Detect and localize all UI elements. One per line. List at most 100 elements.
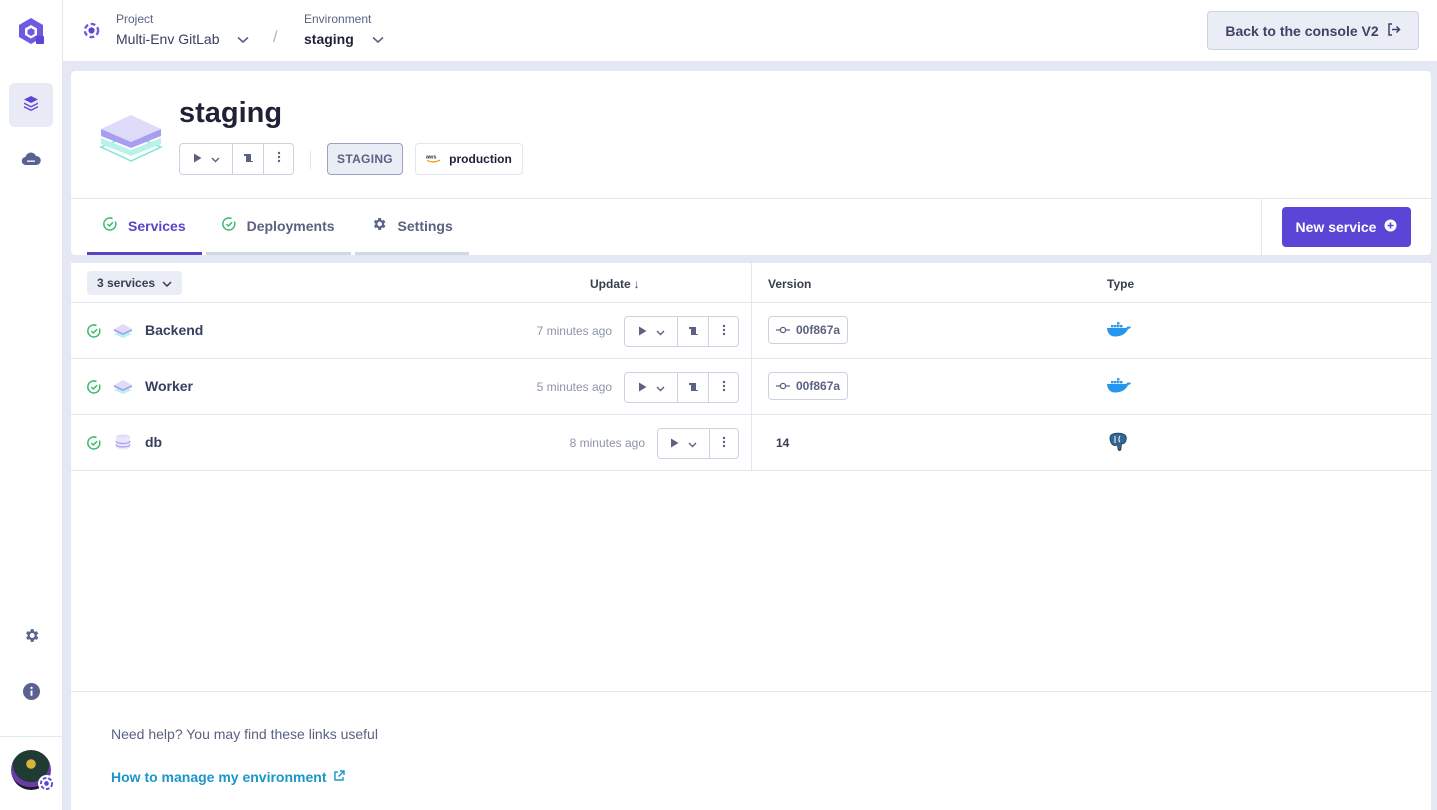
check-circle-icon bbox=[87, 324, 101, 343]
application-icon bbox=[113, 321, 133, 344]
environment-header: staging STAGING aws production Services … bbox=[71, 71, 1431, 255]
environment-icon bbox=[99, 105, 163, 170]
services-table: 3 services Update ↓ Version Type Backend… bbox=[71, 263, 1431, 810]
play-icon bbox=[193, 150, 202, 168]
plus-circle-icon bbox=[1384, 219, 1397, 235]
deploy-dropdown-button[interactable] bbox=[625, 317, 678, 346]
play-icon bbox=[638, 323, 647, 341]
project-icon bbox=[83, 22, 100, 44]
environment-label: Environment bbox=[304, 12, 372, 26]
tabs-divider bbox=[1261, 199, 1262, 255]
sidebar-item-cloud[interactable] bbox=[9, 139, 53, 183]
arrow-down-icon: ↓ bbox=[633, 277, 640, 291]
more-actions-button[interactable] bbox=[264, 144, 293, 174]
logs-button[interactable] bbox=[233, 144, 264, 174]
play-icon bbox=[638, 379, 647, 397]
deploy-dropdown-button[interactable] bbox=[658, 429, 710, 458]
help-text: Need help? You may find these links usef… bbox=[111, 726, 378, 742]
service-name[interactable]: Worker bbox=[145, 378, 193, 394]
commit-hash: 00f867a bbox=[796, 379, 841, 393]
chevron-down-icon bbox=[656, 323, 665, 341]
docker-icon bbox=[1106, 377, 1132, 398]
update-column-header[interactable]: Update ↓ bbox=[590, 277, 640, 291]
commit-hash: 00f867a bbox=[796, 323, 841, 337]
aws-icon: aws bbox=[426, 152, 442, 166]
deploy-dropdown-button[interactable] bbox=[625, 373, 678, 402]
updated-time: 5 minutes ago bbox=[536, 380, 612, 394]
logs-button[interactable] bbox=[678, 373, 709, 402]
help-divider bbox=[71, 691, 1431, 692]
back-to-console-label: Back to the console V2 bbox=[1225, 22, 1379, 39]
service-actions bbox=[624, 316, 739, 347]
project-selector[interactable]: Project Multi-Env GitLab bbox=[116, 12, 250, 49]
tab-label: Deployments bbox=[246, 217, 335, 234]
tab-services[interactable]: Services bbox=[87, 199, 202, 255]
sidebar-item-info[interactable] bbox=[9, 672, 53, 716]
environment-title: staging bbox=[179, 97, 283, 129]
sidebar-divider bbox=[0, 736, 63, 737]
logs-button[interactable] bbox=[678, 317, 709, 346]
tab-settings[interactable]: Settings bbox=[354, 199, 469, 255]
table-row[interactable]: Backend 7 minutes ago 00f867a bbox=[71, 303, 1431, 359]
new-service-label: New service bbox=[1295, 219, 1377, 235]
chevron-down-icon bbox=[656, 379, 665, 397]
type-column-header: Type bbox=[1107, 277, 1135, 291]
environment-name: staging bbox=[304, 31, 354, 47]
more-actions-button[interactable] bbox=[709, 373, 738, 402]
commit-version-badge[interactable]: 00f867a bbox=[768, 372, 849, 400]
check-circle-icon bbox=[221, 217, 236, 234]
services-count: 3 services bbox=[97, 276, 156, 290]
updated-time: 7 minutes ago bbox=[536, 324, 612, 338]
commit-version-badge[interactable]: 00f867a bbox=[768, 316, 849, 344]
more-vertical-icon bbox=[722, 379, 726, 397]
services-count-dropdown[interactable]: 3 services bbox=[87, 271, 183, 295]
more-actions-button[interactable] bbox=[709, 317, 738, 346]
more-actions-button[interactable] bbox=[710, 429, 738, 458]
info-icon bbox=[22, 683, 40, 705]
update-header-label: Update bbox=[590, 277, 631, 291]
project-dropdown[interactable]: Multi-Env GitLab bbox=[116, 29, 250, 49]
new-service-button[interactable]: New service bbox=[1282, 207, 1411, 247]
version-column-header: Version bbox=[768, 277, 812, 291]
project-name: Multi-Env GitLab bbox=[116, 31, 220, 47]
database-version: 14 bbox=[776, 436, 790, 450]
project-label: Project bbox=[116, 12, 154, 26]
table-row[interactable]: db 8 minutes ago 14 bbox=[71, 415, 1431, 471]
service-name[interactable]: Backend bbox=[145, 322, 203, 338]
service-name[interactable]: db bbox=[145, 434, 162, 450]
docker-icon bbox=[1106, 321, 1132, 342]
check-circle-icon bbox=[87, 436, 101, 455]
layers-icon bbox=[22, 94, 40, 117]
scroll-icon bbox=[688, 379, 699, 397]
tab-label: Settings bbox=[397, 217, 453, 234]
deploy-dropdown-button[interactable] bbox=[180, 144, 233, 174]
more-vertical-icon bbox=[277, 150, 281, 168]
qovery-logo[interactable] bbox=[14, 14, 48, 48]
manage-environment-link[interactable]: How to manage my environment bbox=[111, 769, 346, 785]
scroll-icon bbox=[688, 323, 699, 341]
git-commit-icon bbox=[776, 323, 790, 337]
database-icon bbox=[113, 433, 133, 456]
back-to-console-button[interactable]: Back to the console V2 bbox=[1207, 11, 1419, 50]
environment-actions bbox=[179, 143, 294, 175]
environment-dropdown[interactable]: staging bbox=[304, 29, 384, 49]
header-divider bbox=[310, 151, 311, 169]
cloud-icon bbox=[21, 151, 41, 172]
chevron-down-icon bbox=[211, 150, 220, 168]
sidebar bbox=[0, 0, 63, 810]
user-avatar[interactable] bbox=[11, 750, 55, 792]
tab-deployments[interactable]: Deployments bbox=[205, 199, 351, 255]
breadcrumb-separator: / bbox=[273, 29, 278, 46]
cluster-tag[interactable]: aws production bbox=[415, 143, 523, 175]
check-circle-icon bbox=[103, 217, 117, 234]
play-icon bbox=[670, 435, 679, 453]
gear-icon bbox=[23, 627, 40, 649]
sidebar-item-environments[interactable] bbox=[9, 83, 53, 127]
svg-text:aws: aws bbox=[426, 155, 436, 161]
environment-mode-tag: STAGING bbox=[327, 143, 403, 175]
sidebar-item-settings[interactable] bbox=[9, 616, 53, 660]
postgresql-icon bbox=[1108, 432, 1128, 457]
table-row[interactable]: Worker 5 minutes ago 00f867a bbox=[71, 359, 1431, 415]
top-bar: Project Multi-Env GitLab / Environment s… bbox=[63, 0, 1437, 62]
environment-selector[interactable]: Environment staging bbox=[304, 12, 384, 49]
